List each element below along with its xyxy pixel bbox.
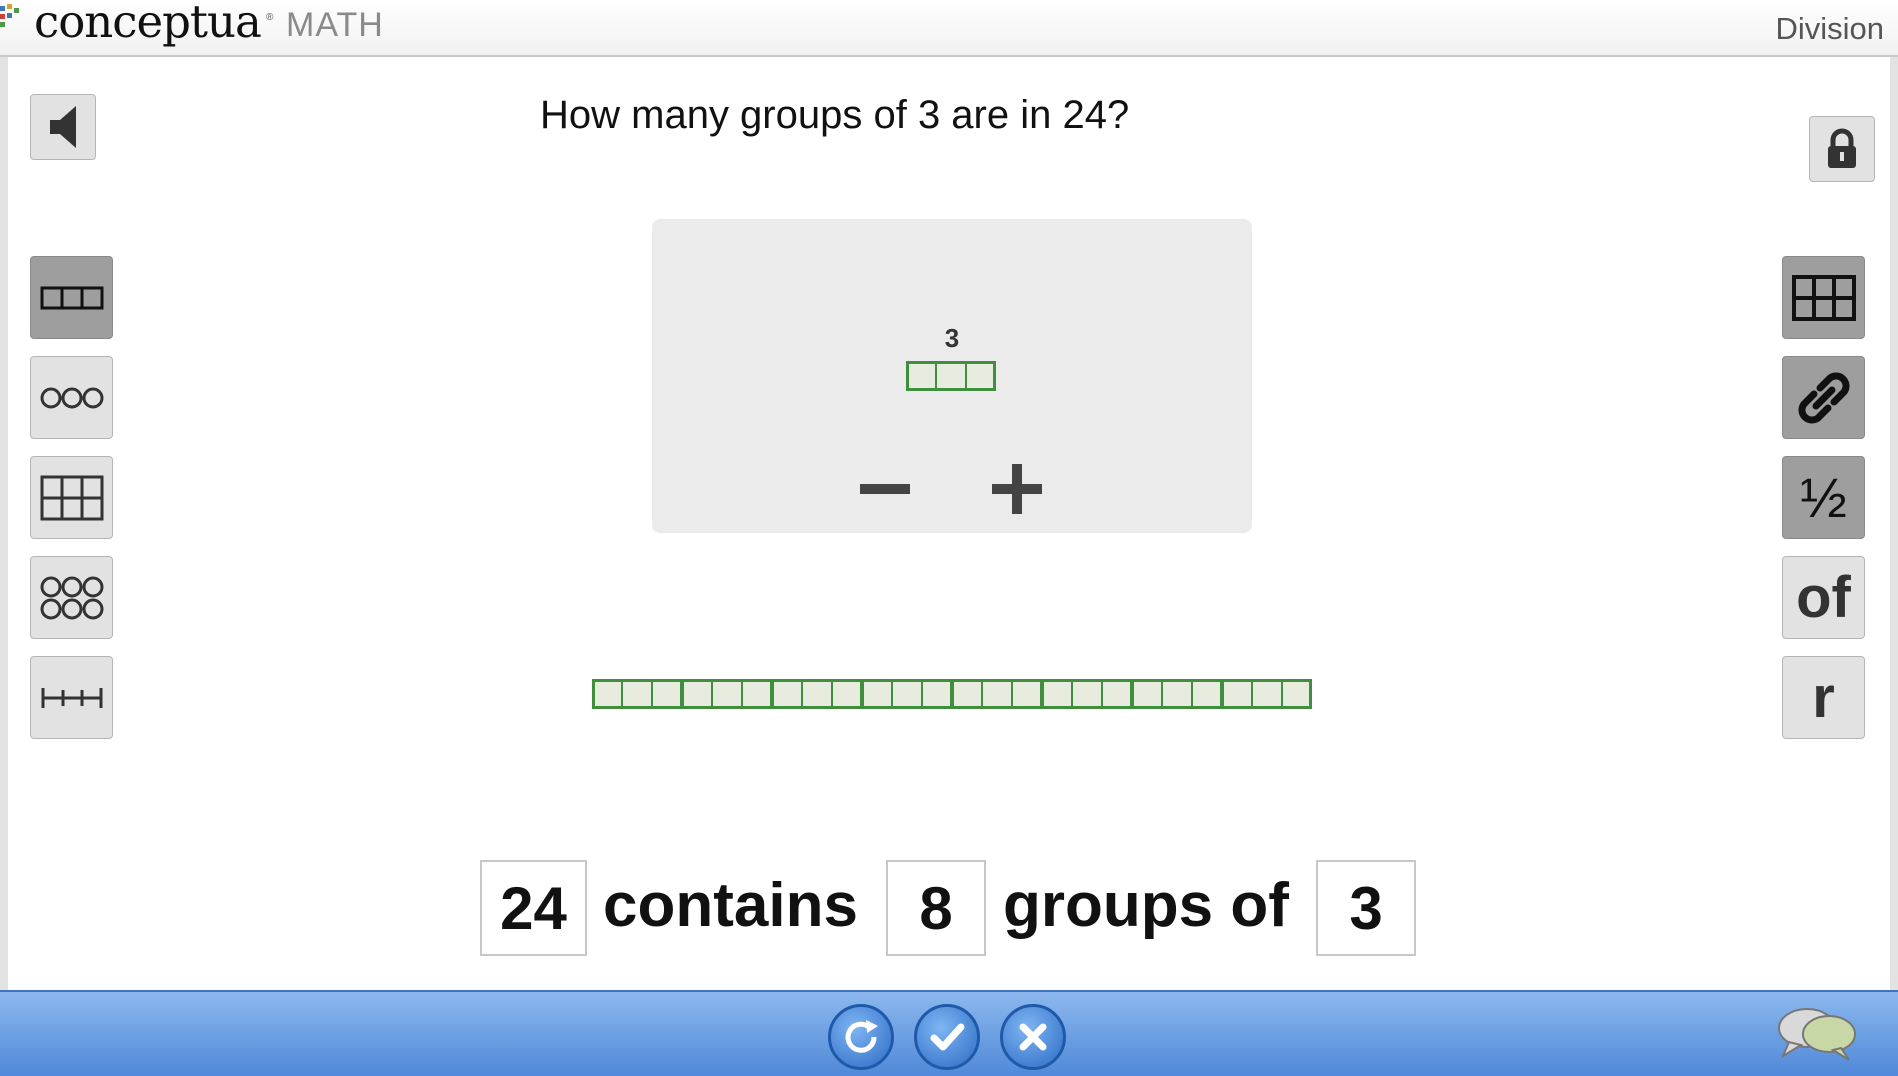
dividend-bar[interactable] — [592, 679, 1312, 709]
reset-button[interactable] — [828, 1004, 894, 1070]
bar-model-tool[interactable] — [30, 256, 113, 339]
lock-icon — [1828, 128, 1856, 168]
logo-registered-mark: ® — [266, 12, 274, 23]
total-box[interactable]: 24 — [480, 860, 587, 956]
grid-icon — [40, 475, 103, 520]
sound-button[interactable] — [30, 94, 96, 160]
remainder-tool[interactable]: r — [1782, 656, 1865, 739]
question-text: How many groups of 3 are in 24? — [540, 93, 1130, 137]
close-icon — [1019, 1023, 1047, 1051]
speaker-icon — [50, 106, 76, 148]
table-icon — [1791, 274, 1856, 321]
link-icon — [1798, 372, 1849, 423]
group-size-label: 3 — [944, 323, 960, 353]
footer-bar — [0, 990, 1898, 1076]
refresh-icon — [845, 1020, 878, 1053]
page-title: Division — [1775, 11, 1884, 46]
contains-word: contains — [603, 871, 858, 940]
right-edge — [1890, 57, 1898, 990]
group-size-box[interactable]: 3 — [1316, 860, 1416, 956]
circle-array-tool[interactable] — [30, 556, 113, 639]
lock-button[interactable] — [1809, 116, 1875, 182]
logo-math: MATH — [286, 6, 384, 44]
group-builder-panel: 3 — [652, 219, 1252, 533]
link-tool[interactable] — [1782, 356, 1865, 439]
minus-icon — [860, 484, 910, 494]
circle-array-icon — [40, 576, 103, 619]
check-button[interactable] — [914, 1004, 980, 1070]
of-tool[interactable]: of — [1782, 556, 1865, 639]
checkmark-icon — [930, 1023, 965, 1051]
group-bar[interactable] — [906, 361, 996, 391]
chat-bubbles-icon — [1778, 1008, 1856, 1061]
fraction-tool[interactable]: ½ — [1782, 456, 1865, 539]
bar-model-icon — [40, 286, 103, 309]
remainder-icon: r — [1812, 665, 1835, 730]
chat-button[interactable] — [1775, 1004, 1859, 1064]
number-line-icon — [41, 687, 102, 708]
table-tool[interactable] — [1782, 256, 1865, 339]
minus-button[interactable] — [860, 471, 910, 507]
app-header: conceptua ® MATH Division — [0, 0, 1898, 57]
circles-tool[interactable] — [30, 356, 113, 439]
number-line-tool[interactable] — [30, 656, 113, 739]
fraction-icon: ½ — [1800, 466, 1847, 529]
circles-icon — [40, 387, 103, 408]
groups-of-word: groups of — [1003, 871, 1289, 940]
of-icon: of — [1796, 565, 1851, 630]
left-edge — [0, 57, 8, 990]
plus-button[interactable] — [992, 464, 1042, 514]
logo-mark-icon — [0, 4, 19, 27]
grid-tool[interactable] — [30, 456, 113, 539]
logo-text: conceptua — [34, 0, 262, 48]
answer-sentence: 24 contains 8 groups of 3 — [0, 860, 1898, 958]
clear-button[interactable] — [1000, 1004, 1066, 1070]
bar-outline — [906, 361, 996, 391]
groups-answer-box[interactable]: 8 — [886, 860, 986, 956]
plus-icon — [992, 464, 1042, 514]
